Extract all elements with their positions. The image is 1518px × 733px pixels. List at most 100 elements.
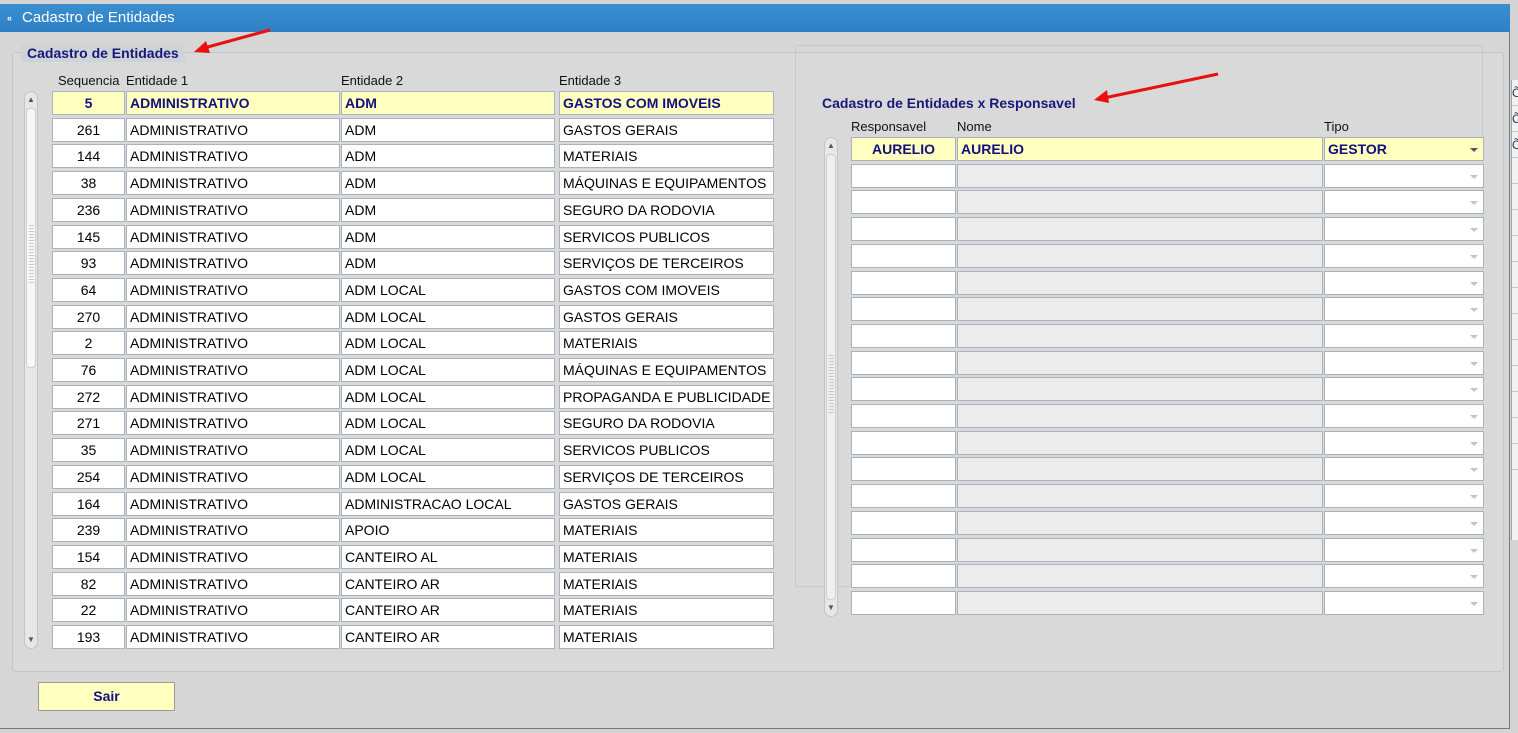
- entidade3-cell[interactable]: SEGURO DA RODOVIA: [559, 197, 774, 222]
- entidade3-cell[interactable]: MÁQUINAS E EQUIPAMENTOS: [559, 358, 774, 382]
- entidade1-cell[interactable]: ADMINISTRATIVO: [126, 197, 340, 222]
- entidade3-cell[interactable]: GASTOS COM IMOVEIS: [559, 277, 774, 302]
- sequencia-cell[interactable]: 236: [52, 197, 125, 222]
- sequencia-cell[interactable]: 35: [52, 438, 125, 463]
- sequencia-cell[interactable]: 2: [52, 331, 125, 356]
- entidade1-cell[interactable]: ADMINISTRATIVO: [126, 625, 340, 649]
- tipo-dropdown[interactable]: [1324, 163, 1484, 188]
- tipo-dropdown[interactable]: [1324, 590, 1484, 615]
- entidade1-cell[interactable]: ADMINISTRATIVO: [126, 438, 340, 463]
- entidade2-cell[interactable]: ADM: [341, 197, 555, 222]
- entidade1-cell[interactable]: ADMINISTRATIVO: [126, 91, 340, 115]
- responsavel-cell[interactable]: [851, 377, 956, 402]
- entidade2-cell[interactable]: ADM: [341, 251, 555, 276]
- sequencia-cell[interactable]: 145: [52, 224, 125, 249]
- entidade3-cell[interactable]: MATERIAIS: [559, 571, 774, 596]
- sequencia-cell[interactable]: 82: [52, 571, 125, 596]
- responsavel-cell[interactable]: [851, 564, 956, 589]
- scroll-thumb[interactable]: [826, 154, 836, 600]
- entidade1-cell[interactable]: ADMINISTRATIVO: [126, 411, 340, 436]
- sequencia-cell[interactable]: 272: [52, 384, 125, 409]
- tipo-dropdown[interactable]: [1324, 323, 1484, 348]
- tipo-dropdown[interactable]: [1324, 217, 1484, 242]
- entidade1-cell[interactable]: ADMINISTRATIVO: [126, 251, 340, 276]
- sair-button[interactable]: Sair: [38, 682, 175, 711]
- entidade2-cell[interactable]: ADM LOCAL: [341, 277, 555, 302]
- sequencia-cell[interactable]: 154: [52, 544, 125, 569]
- responsavel-cell[interactable]: [851, 190, 956, 215]
- nome-cell[interactable]: [957, 217, 1323, 242]
- entidade1-cell[interactable]: ADMINISTRATIVO: [126, 518, 340, 543]
- sequencia-cell[interactable]: 193: [52, 625, 125, 649]
- sequencia-cell[interactable]: 93: [52, 251, 125, 276]
- window-menu-icon[interactable]: «: [7, 13, 17, 23]
- entidade1-cell[interactable]: ADMINISTRATIVO: [126, 331, 340, 356]
- tipo-dropdown[interactable]: [1324, 190, 1484, 215]
- entidade1-cell[interactable]: ADMINISTRATIVO: [126, 384, 340, 409]
- nome-cell[interactable]: [957, 484, 1323, 509]
- entidade2-cell[interactable]: CANTEIRO AR: [341, 571, 555, 596]
- entidade3-cell[interactable]: GASTOS COM IMOVEIS: [559, 91, 774, 115]
- nome-cell[interactable]: [957, 350, 1323, 375]
- nome-cell[interactable]: [957, 323, 1323, 348]
- tipo-dropdown[interactable]: [1324, 484, 1484, 509]
- entidade1-cell[interactable]: ADMINISTRATIVO: [126, 571, 340, 596]
- entidade2-cell[interactable]: ADM LOCAL: [341, 411, 555, 436]
- entidade1-cell[interactable]: ADMINISTRATIVO: [126, 464, 340, 489]
- entidade1-cell[interactable]: ADMINISTRATIVO: [126, 277, 340, 302]
- nome-cell[interactable]: [957, 297, 1323, 322]
- entidade3-cell[interactable]: SERVIÇOS DE TERCEIROS: [559, 464, 774, 489]
- entidade2-cell[interactable]: ADM: [341, 91, 555, 115]
- tipo-dropdown[interactable]: [1324, 404, 1484, 428]
- entidade3-cell[interactable]: GASTOS GERAIS: [559, 491, 774, 516]
- scroll-down-icon[interactable]: ▼: [825, 601, 837, 615]
- tipo-dropdown[interactable]: [1324, 564, 1484, 589]
- sequencia-cell[interactable]: 164: [52, 491, 125, 516]
- entidade2-cell[interactable]: ADM LOCAL: [341, 304, 555, 329]
- entidade3-cell[interactable]: SERVICOS PUBLICOS: [559, 438, 774, 463]
- sequencia-cell[interactable]: 271: [52, 411, 125, 436]
- tipo-dropdown[interactable]: [1324, 270, 1484, 295]
- entidade1-cell[interactable]: ADMINISTRATIVO: [126, 598, 340, 623]
- responsavel-cell[interactable]: [851, 270, 956, 295]
- entidade2-cell[interactable]: ADM: [341, 224, 555, 249]
- entidade3-cell[interactable]: MÁQUINAS E EQUIPAMENTOS: [559, 171, 774, 196]
- entidade2-cell[interactable]: CANTEIRO AR: [341, 625, 555, 649]
- entidade2-cell[interactable]: ADM LOCAL: [341, 464, 555, 489]
- tipo-dropdown[interactable]: [1324, 377, 1484, 402]
- nome-cell[interactable]: [957, 243, 1323, 268]
- responsavel-cell[interactable]: [851, 537, 956, 562]
- nome-cell[interactable]: [957, 510, 1323, 535]
- entidades-scrollbar[interactable]: ▲ ▼: [24, 91, 38, 649]
- tipo-dropdown[interactable]: GESTOR: [1324, 137, 1484, 161]
- sequencia-cell[interactable]: 254: [52, 464, 125, 489]
- entidade2-cell[interactable]: ADM: [341, 171, 555, 196]
- entidade1-cell[interactable]: ADMINISTRATIVO: [126, 171, 340, 196]
- sequencia-cell[interactable]: 76: [52, 358, 125, 382]
- responsavel-cell[interactable]: [851, 590, 956, 615]
- nome-cell[interactable]: [957, 430, 1323, 455]
- entidade3-cell[interactable]: GASTOS GERAIS: [559, 117, 774, 142]
- responsavel-cell[interactable]: [851, 163, 956, 188]
- entidade3-cell[interactable]: MATERIAIS: [559, 144, 774, 169]
- responsavel-cell[interactable]: [851, 323, 956, 348]
- entidade1-cell[interactable]: ADMINISTRATIVO: [126, 224, 340, 249]
- scroll-up-icon[interactable]: ▲: [825, 139, 837, 153]
- tipo-dropdown[interactable]: [1324, 537, 1484, 562]
- sequencia-cell[interactable]: 270: [52, 304, 125, 329]
- scroll-up-icon[interactable]: ▲: [25, 93, 37, 107]
- responsavel-cell[interactable]: [851, 510, 956, 535]
- nome-cell[interactable]: [957, 590, 1323, 615]
- tipo-dropdown[interactable]: [1324, 297, 1484, 322]
- nome-cell[interactable]: [957, 564, 1323, 589]
- entidade1-cell[interactable]: ADMINISTRATIVO: [126, 144, 340, 169]
- tipo-dropdown[interactable]: [1324, 457, 1484, 482]
- nome-cell[interactable]: AURELIO: [957, 137, 1323, 161]
- responsavel-scrollbar[interactable]: ▲ ▼: [824, 137, 838, 617]
- responsavel-cell[interactable]: [851, 217, 956, 242]
- sequencia-cell[interactable]: 239: [52, 518, 125, 543]
- responsavel-cell[interactable]: [851, 243, 956, 268]
- tipo-dropdown[interactable]: [1324, 430, 1484, 455]
- responsavel-cell[interactable]: [851, 457, 956, 482]
- nome-cell[interactable]: [957, 270, 1323, 295]
